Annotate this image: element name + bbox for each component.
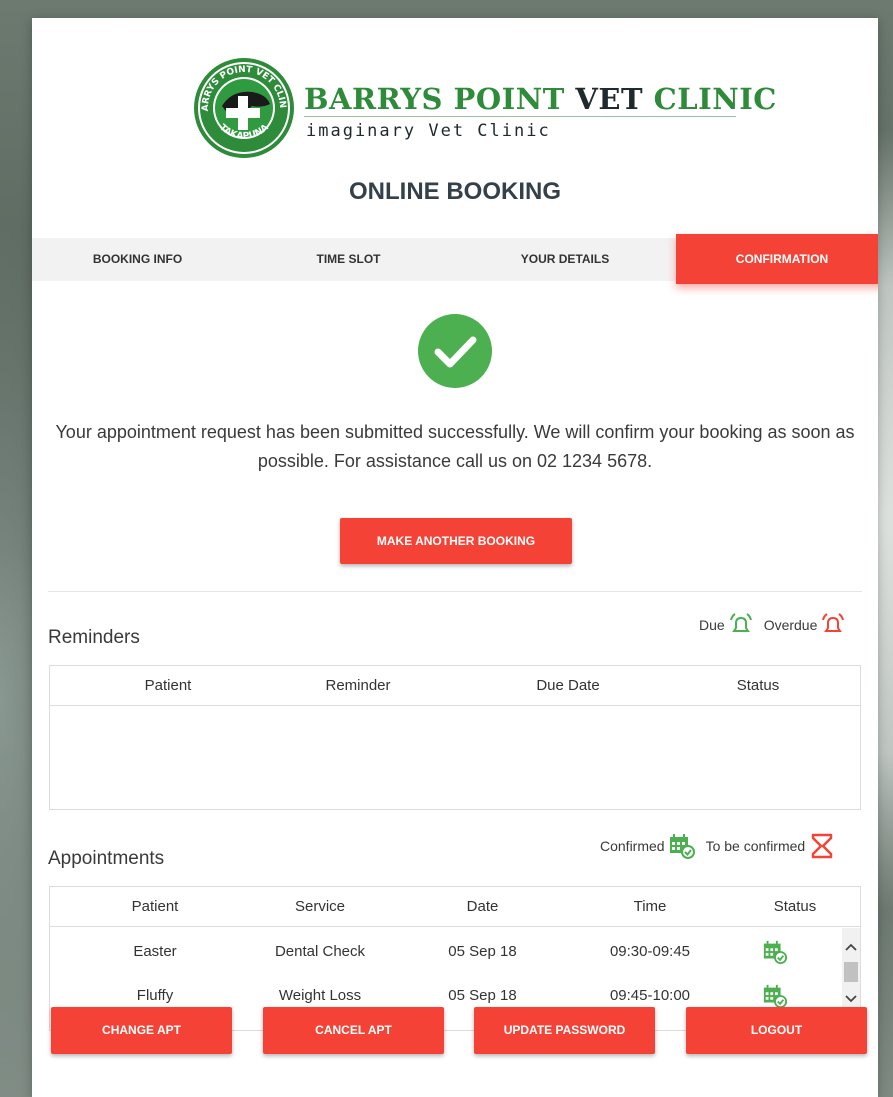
- calendar-check-icon: [763, 940, 788, 965]
- cancel-apt-button[interactable]: CANCEL APT: [263, 1007, 444, 1054]
- cell-date: 05 Sep 18: [448, 943, 517, 960]
- col-status[interactable]: Status: [740, 887, 850, 927]
- calendar-check-icon: [669, 834, 695, 859]
- section-divider: [48, 591, 862, 592]
- confirmation-message: Your appointment request has been submit…: [55, 422, 855, 471]
- legend-confirmed-label: Confirmed: [600, 838, 665, 854]
- legend-due-label: Due: [699, 617, 725, 633]
- chevron-down-icon[interactable]: [845, 994, 857, 1004]
- make-another-booking-button[interactable]: MAKE ANOTHER BOOKING: [340, 518, 572, 564]
- step-confirmation[interactable]: CONFIRMATION: [676, 234, 878, 284]
- reminders-title: Reminders: [48, 627, 140, 648]
- appointments-header-row: Patient Service Date Time Status: [50, 887, 860, 927]
- clinic-name-part1: BARRYS POINT: [304, 82, 576, 116]
- check-circle-icon: [418, 314, 492, 388]
- reminders-header-row: Patient Reminder Due Date Status: [50, 666, 860, 706]
- clinic-name-part3: CLINIC: [643, 82, 777, 116]
- col-patient[interactable]: Patient: [83, 666, 253, 706]
- col-status[interactable]: Status: [673, 666, 843, 706]
- change-apt-button[interactable]: CHANGE APT: [51, 1007, 232, 1054]
- calendar-check-icon: [763, 984, 788, 1009]
- hourglass-icon: [811, 833, 833, 859]
- col-service[interactable]: Service: [245, 887, 395, 927]
- clinic-seal-icon: BARRYS POINT VET CLINIC TAKAPUNA: [192, 56, 294, 158]
- cell-patient: Easter: [133, 943, 177, 960]
- col-time[interactable]: Time: [590, 887, 710, 927]
- step-your-details[interactable]: YOUR DETAILS: [454, 238, 676, 281]
- logo-divider: [304, 116, 736, 117]
- appointments-title: Appointments: [48, 848, 165, 869]
- col-patient[interactable]: Patient: [85, 887, 225, 927]
- scrollbar-thumb[interactable]: [844, 962, 858, 982]
- col-due-date[interactable]: Due Date: [463, 666, 673, 706]
- clinic-subtitle: imaginary Vet Clinic: [306, 121, 551, 141]
- bell-green-icon: [729, 613, 752, 632]
- cell-time: 09:30-09:45: [609, 943, 691, 960]
- legend-overdue-label: Overdue: [763, 617, 818, 633]
- chevron-up-icon[interactable]: [845, 942, 857, 952]
- col-date[interactable]: Date: [420, 887, 545, 927]
- reminders-table: Patient Reminder Due Date Status: [49, 665, 861, 810]
- step-booking-info[interactable]: BOOKING INFO: [32, 238, 243, 281]
- booking-card: BARRYS POINT VET CLINIC TAKAPUNA BARRYS …: [32, 18, 878, 1097]
- booking-steps: BOOKING INFO TIME SLOT YOUR DETAILS CONF…: [32, 234, 878, 284]
- logout-button[interactable]: LOGOUT: [686, 1007, 867, 1054]
- update-password-button[interactable]: UPDATE PASSWORD: [474, 1007, 655, 1054]
- appointments-legend: Confirmed To be confirmed: [600, 832, 836, 860]
- reminders-legend: Due Overdue: [699, 612, 846, 638]
- col-reminder[interactable]: Reminder: [253, 666, 463, 706]
- step-time-slot[interactable]: TIME SLOT: [243, 238, 454, 281]
- cell-service: Dental Check: [274, 943, 366, 960]
- legend-pending-label: To be confirmed: [705, 838, 806, 854]
- clinic-name: BARRYS POINT VET CLINIC: [304, 82, 777, 116]
- clinic-logo: BARRYS POINT VET CLINIC TAKAPUNA BARRYS …: [192, 56, 776, 166]
- clinic-name-part2: VET: [575, 82, 644, 116]
- page-title: ONLINE BOOKING: [348, 178, 561, 205]
- bell-red-icon: [822, 613, 845, 632]
